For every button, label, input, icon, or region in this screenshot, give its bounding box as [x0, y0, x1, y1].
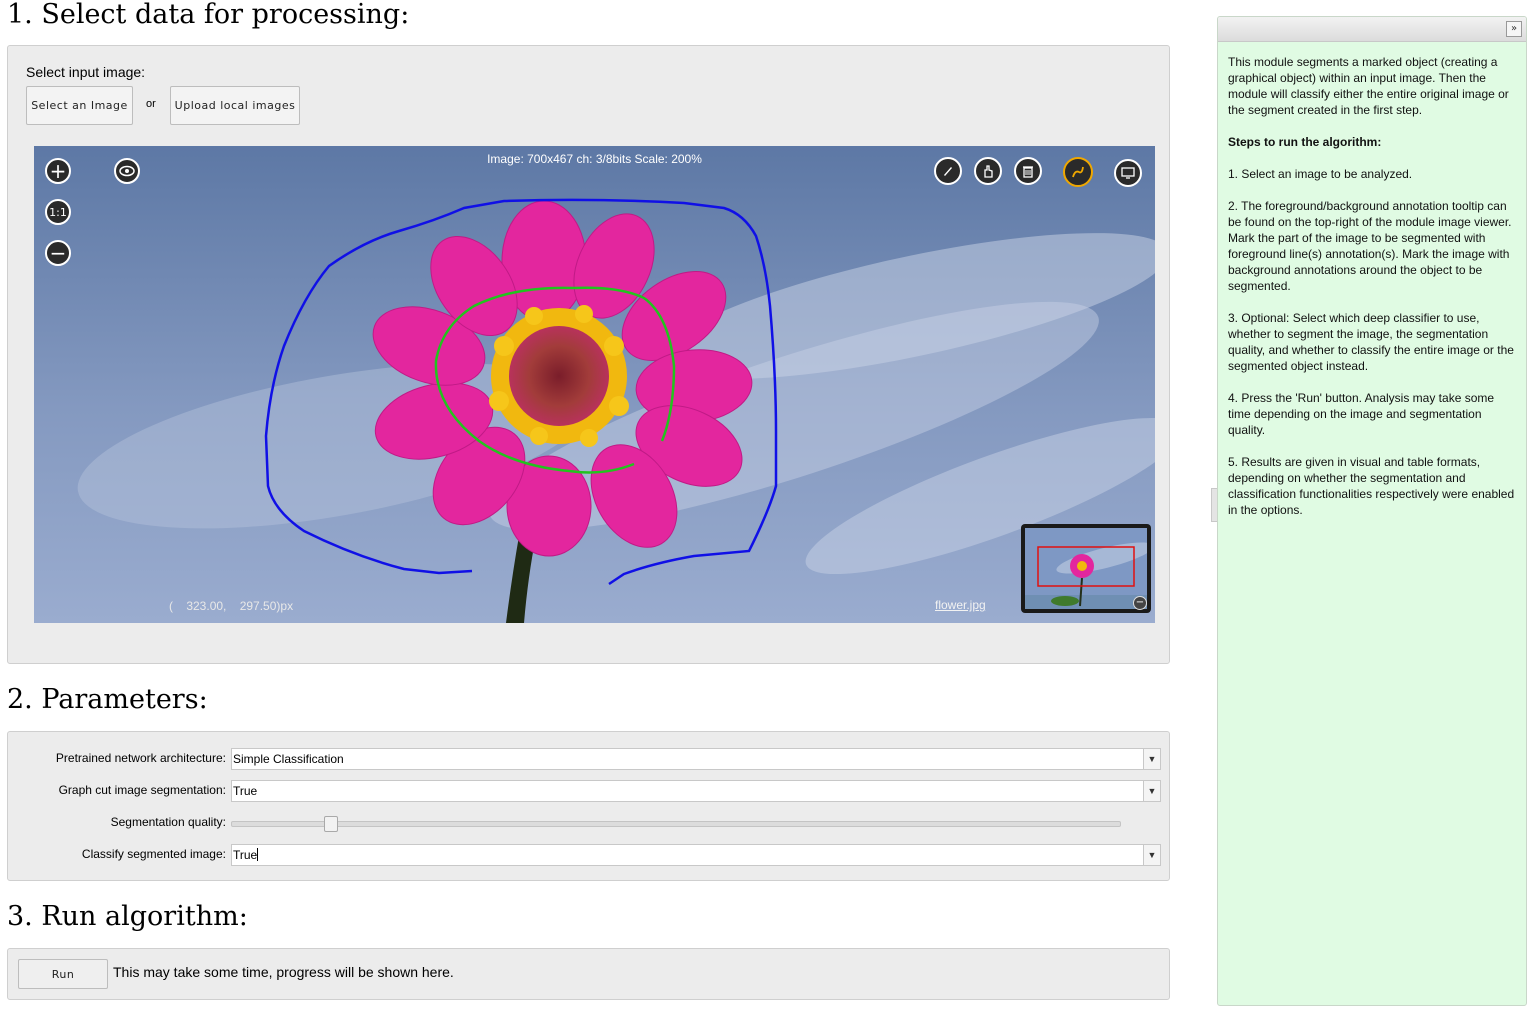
minimap-collapse-icon[interactable]: − — [1133, 596, 1147, 610]
quality-slider[interactable] — [231, 816, 1121, 832]
quality-label: Segmentation quality: — [110, 815, 226, 829]
graphcut-label: Graph cut image segmentation: — [58, 783, 226, 797]
freehand-line-icon[interactable] — [1063, 157, 1093, 187]
help-steps-heading: Steps to run the algorithm: — [1228, 135, 1382, 149]
select-input-label: Select input image: — [26, 64, 146, 80]
quality-slider-handle[interactable] — [323, 816, 338, 832]
param-row-architecture: Pretrained network architecture: Simple … — [8, 748, 1171, 770]
architecture-label: Pretrained network architecture: — [55, 751, 226, 765]
classify-label: Classify segmented image: — [81, 847, 226, 861]
help-step-1: 1. Select an image to be analyzed. — [1228, 167, 1413, 181]
pen-icon[interactable] — [934, 157, 962, 185]
zoom-out-icon[interactable]: − — [45, 240, 71, 266]
chevron-down-icon[interactable]: ▼ — [1143, 781, 1160, 801]
run-panel: Run This may take some time, progress wi… — [7, 948, 1170, 1000]
help-text: This module segments a marked object (cr… — [1218, 42, 1526, 518]
or-text: or — [146, 98, 156, 110]
chevron-down-icon[interactable]: ▼ — [1143, 749, 1160, 769]
flower-image — [34, 146, 1155, 623]
select-image-button[interactable]: Select an Image — [26, 86, 133, 125]
run-status-text: This may take some time, progress will b… — [113, 964, 454, 980]
help-step-4: 4. Press the 'Run' button. Analysis may … — [1228, 391, 1495, 437]
classify-select[interactable]: True ▼ — [231, 844, 1161, 866]
run-button[interactable]: Run — [18, 959, 108, 989]
section3-title: 3. Run algorithm: — [7, 901, 248, 932]
double-chevron-right-icon[interactable]: » — [1506, 21, 1522, 37]
help-step-2: 2. The foreground/background annotation … — [1228, 199, 1512, 293]
parameters-panel: Pretrained network architecture: Simple … — [7, 731, 1170, 881]
help-step-3: 3. Optional: Select which deep classifie… — [1228, 311, 1514, 373]
architecture-select[interactable]: Simple Classification ▼ — [231, 748, 1161, 770]
help-intro: This module segments a marked object (cr… — [1228, 55, 1509, 117]
zoom-in-icon[interactable]: + — [45, 158, 71, 184]
section2-title: 2. Parameters: — [7, 684, 208, 715]
param-row-quality: Segmentation quality: — [8, 812, 1171, 834]
monitor-icon[interactable] — [1114, 159, 1142, 187]
param-row-graphcut: Graph cut image segmentation: True ▼ — [8, 780, 1171, 802]
chevron-down-icon[interactable]: ▼ — [1143, 845, 1160, 865]
image-viewer[interactable]: Image: 700x467 ch: 3/8bits Scale: 200% +… — [34, 146, 1155, 623]
zoom-reset-icon[interactable]: 1:1 — [45, 199, 71, 225]
upload-images-button[interactable]: Upload local images — [170, 86, 300, 125]
help-panel-header: » — [1218, 17, 1526, 42]
graphcut-select[interactable]: True ▼ — [231, 780, 1161, 802]
eye-icon[interactable] — [114, 158, 140, 184]
section1-title: 1. Select data for processing: — [7, 0, 410, 30]
help-step-5: 5. Results are given in visual and table… — [1228, 455, 1515, 517]
cursor-coordinates: ( 323.00, 297.50)px — [169, 599, 294, 613]
trash-icon[interactable] — [1014, 157, 1042, 185]
filename-link[interactable]: flower.jpg — [935, 598, 986, 612]
help-panel: » This module segments a marked object (… — [1217, 16, 1527, 1006]
minimap[interactable]: − — [1021, 524, 1151, 613]
hand-icon[interactable] — [974, 157, 1002, 185]
param-row-classify: Classify segmented image: True ▼ — [8, 844, 1171, 866]
